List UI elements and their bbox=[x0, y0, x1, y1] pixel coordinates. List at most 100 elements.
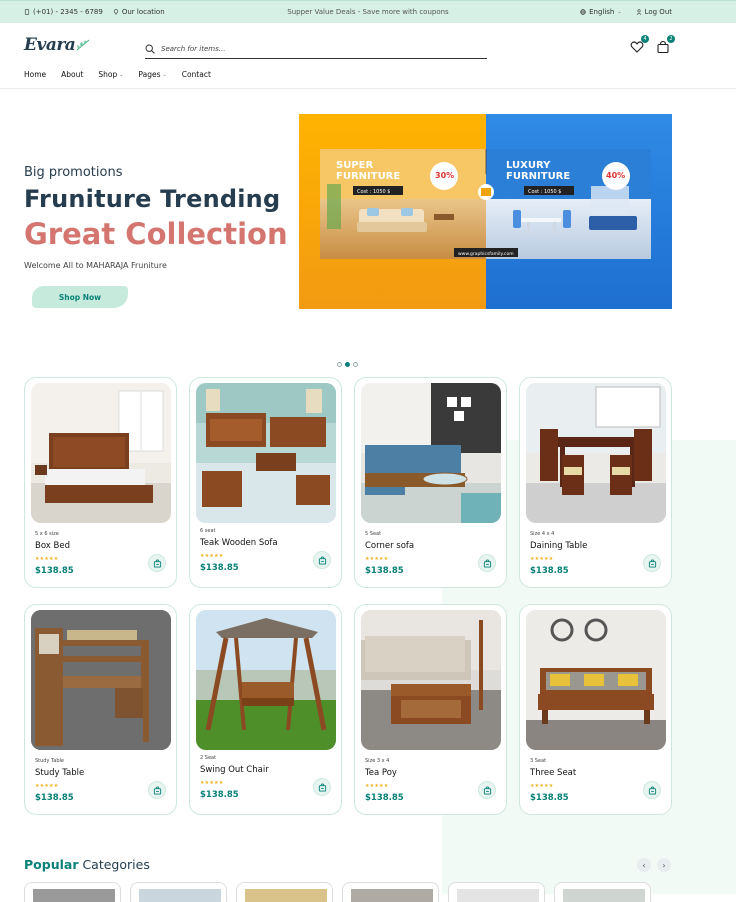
wishlist-button[interactable]: 4 bbox=[630, 35, 649, 53]
search-input[interactable] bbox=[161, 44, 461, 53]
rating-stars: ★★★★★ bbox=[35, 556, 59, 562]
nav-label: Contact bbox=[181, 70, 211, 79]
product-card[interactable]: 6 seat Teak Wooden Sofa ★★★★★ $138.85 bbox=[189, 377, 342, 588]
product-price: $138.85 bbox=[530, 566, 569, 576]
product-card[interactable]: Size 3 x 4 Tea Poy ★★★★★ $138.85 bbox=[354, 604, 507, 815]
section-title-popular-categories: Popular Categories bbox=[24, 857, 150, 872]
globe-icon bbox=[580, 9, 586, 15]
product-name[interactable]: Daining Table bbox=[530, 541, 587, 551]
product-card[interactable]: 3 Seat Three Seat ★★★★★ $138.85 bbox=[519, 604, 672, 815]
product-name[interactable]: Three Seat bbox=[530, 768, 576, 778]
add-to-cart-button[interactable] bbox=[478, 781, 496, 799]
product-name[interactable]: Box Bed bbox=[35, 541, 70, 551]
category-carousel bbox=[24, 882, 651, 902]
product-image[interactable] bbox=[196, 383, 336, 523]
slider-dot[interactable] bbox=[337, 362, 342, 367]
search-icon[interactable] bbox=[145, 43, 155, 54]
shop-now-button[interactable]: Shop Now bbox=[32, 286, 128, 308]
banner-artwork: SUPER FURNITURE Cost : 1050 $ 30% LUXURY… bbox=[299, 114, 672, 309]
banner-right-title-1: LUXURY bbox=[506, 160, 551, 171]
add-to-cart-button[interactable] bbox=[148, 554, 166, 572]
product-image[interactable] bbox=[526, 610, 666, 750]
add-to-cart-button[interactable] bbox=[148, 781, 166, 799]
slider-pagination bbox=[337, 362, 358, 367]
hero-subtitle: Welcome All to MAHARAJA Fruniture bbox=[24, 261, 167, 270]
language-selector[interactable]: English ⌄ bbox=[580, 8, 622, 16]
product-name[interactable]: Teak Wooden Sofa bbox=[200, 538, 278, 548]
product-price: $138.85 bbox=[200, 790, 239, 800]
cart-button[interactable]: 2 bbox=[656, 35, 675, 54]
product-image[interactable] bbox=[526, 383, 666, 523]
nav-home[interactable]: Home bbox=[24, 70, 46, 79]
product-image[interactable] bbox=[196, 610, 336, 750]
product-category: 2 Seat bbox=[200, 755, 217, 761]
arrow-left-icon[interactable]: ‹ bbox=[637, 858, 651, 872]
cart-add-icon bbox=[318, 555, 326, 565]
product-name[interactable]: Corner sofa bbox=[365, 541, 414, 551]
add-to-cart-button[interactable] bbox=[643, 781, 661, 799]
logout-link[interactable]: Log Out bbox=[636, 8, 672, 16]
rating-stars: ★★★★★ bbox=[365, 783, 389, 789]
product-category: 5 x 6 size bbox=[35, 531, 59, 537]
hero-highlight: Great Collection bbox=[24, 217, 288, 251]
arrow-right-icon[interactable]: › bbox=[657, 858, 671, 872]
product-card[interactable]: Study Table Study Table ★★★★★ $138.85 bbox=[24, 604, 177, 815]
banner-left-discount: 30% bbox=[435, 171, 454, 180]
banner-right-discount: 40% bbox=[606, 171, 625, 180]
banner-right-title-2: FURNITURE bbox=[506, 171, 570, 182]
rating-stars: ★★★★★ bbox=[35, 783, 59, 789]
category-card[interactable] bbox=[448, 882, 545, 902]
title-accent: Popular bbox=[24, 857, 79, 872]
product-price: $138.85 bbox=[35, 566, 74, 576]
product-image[interactable] bbox=[31, 383, 171, 523]
rating-stars: ★★★★★ bbox=[200, 780, 224, 786]
product-price: $138.85 bbox=[530, 793, 569, 803]
cart-add-icon bbox=[483, 558, 491, 568]
product-category: 6 seat bbox=[200, 528, 216, 534]
title-rest: Categories bbox=[78, 857, 150, 872]
nav-pages[interactable]: Pages ⌄ bbox=[138, 70, 166, 79]
product-name[interactable]: Study Table bbox=[35, 768, 84, 778]
product-image[interactable] bbox=[361, 383, 501, 523]
product-category: Study Table bbox=[35, 758, 64, 764]
category-card[interactable] bbox=[554, 882, 651, 902]
product-image[interactable] bbox=[31, 610, 171, 750]
product-name[interactable]: Tea Poy bbox=[365, 768, 397, 778]
category-card[interactable] bbox=[342, 882, 439, 902]
hero-banner-image[interactable]: SUPER FURNITURE Cost : 1050 $ 30% LUXURY… bbox=[299, 114, 672, 309]
nav-contact[interactable]: Contact bbox=[182, 70, 211, 79]
add-to-cart-button[interactable] bbox=[478, 554, 496, 572]
top-bar-right: English ⌄ Log Out bbox=[580, 8, 672, 16]
banner-left-cost: Cost : 1050 $ bbox=[357, 189, 390, 195]
product-category: 5 Seat bbox=[365, 531, 382, 537]
product-card[interactable]: Size 4 x 4 Daining Table ★★★★★ $138.85 bbox=[519, 377, 672, 588]
hero-eyebrow: Big promotions bbox=[24, 165, 123, 180]
category-card[interactable] bbox=[24, 882, 121, 902]
nav-shop[interactable]: Shop ⌄ bbox=[98, 70, 123, 79]
nav-label: Shop bbox=[98, 70, 118, 79]
add-to-cart-button[interactable] bbox=[313, 778, 331, 796]
slider-dot-active[interactable] bbox=[345, 362, 350, 367]
product-card[interactable]: 5 Seat Corner sofa ★★★★★ $138.85 bbox=[354, 377, 507, 588]
product-name[interactable]: Swing Out Chair bbox=[200, 765, 269, 775]
nav-label: About bbox=[61, 70, 84, 79]
product-price: $138.85 bbox=[365, 793, 404, 803]
category-card[interactable] bbox=[236, 882, 333, 902]
product-price: $138.85 bbox=[35, 793, 74, 803]
chevron-down-icon: ⌄ bbox=[162, 71, 167, 78]
logo[interactable]: Evara bbox=[24, 35, 90, 55]
category-card[interactable] bbox=[130, 882, 227, 902]
product-grid: 5 x 6 size Box Bed ★★★★★ $138.85 6 seat Teak … bbox=[24, 377, 672, 815]
add-to-cart-button[interactable] bbox=[313, 551, 331, 569]
product-price: $138.85 bbox=[200, 563, 239, 573]
banner-url: www.graphicsfamily.com bbox=[458, 251, 514, 257]
banner-right-cost: Cost : 1050 $ bbox=[528, 189, 561, 195]
product-price: $138.85 bbox=[365, 566, 404, 576]
product-image[interactable] bbox=[361, 610, 501, 750]
header-actions: 4 2 bbox=[630, 35, 675, 54]
slider-dot[interactable] bbox=[353, 362, 358, 367]
product-card[interactable]: 2 Seat Swing Out Chair ★★★★★ $138.85 bbox=[189, 604, 342, 815]
nav-about[interactable]: About bbox=[61, 70, 83, 79]
add-to-cart-button[interactable] bbox=[643, 554, 661, 572]
product-card[interactable]: 5 x 6 size Box Bed ★★★★★ $138.85 bbox=[24, 377, 177, 588]
